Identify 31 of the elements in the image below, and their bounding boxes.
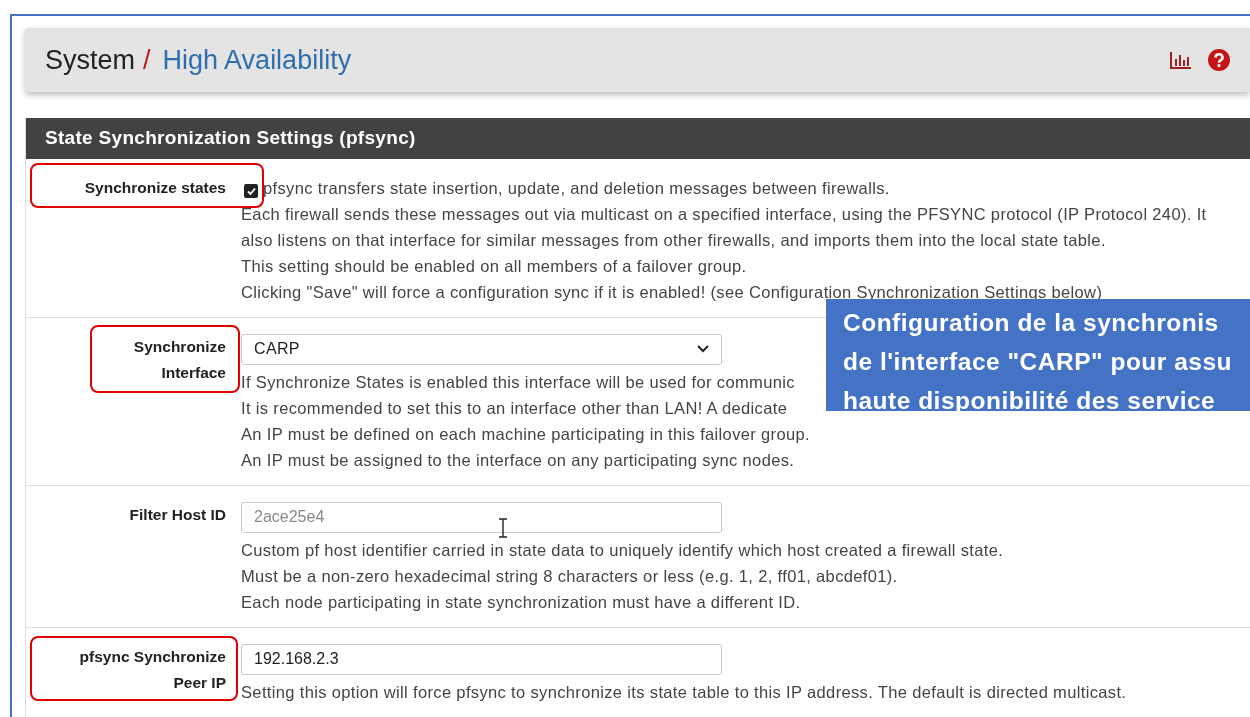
input-field[interactable]: 2ace25e4 [241,501,722,533]
help-text: Clicking "Save" will force a configuration sync if it is enabled! (see Configuration Synchronization Settings below) [241,281,1103,303]
callout-text: de l'interface "CARP" pour assu [843,347,1232,377]
section-header: State Synchronization Settings (pfsync) [26,118,1250,159]
callout-text: haute disponibilité des service [843,386,1216,416]
field-label: pfsync Synchronize Peer IP [78,646,226,693]
help-text: An IP must be assigned to the interface on any participating sync nodes. [241,449,795,471]
field-label: Filter Host ID [129,504,226,525]
caret-icon [697,345,709,353]
help-text: An IP must be defined on each machine participating in this failover group. [241,423,810,445]
page-title: High Availability [162,44,352,75]
help-text: This setting should be enabled on all members of a failover group. [241,255,747,277]
help-text: Setting this option will force pfsync to synchronize its state table to this IP address. The default is directed multicast. [241,681,1127,703]
breadcrumb-separator: / [143,44,151,75]
help-icon[interactable] [1208,49,1230,71]
bar-chart-icon[interactable] [1170,51,1192,69]
help-text: Custom pf host identifier carried in state data to uniquely identify which host created a firewall state. [241,539,1004,561]
text-cursor-icon [498,518,508,538]
breadcrumb-link[interactable]: System [45,44,136,75]
callout-text: Configuration de la synchronis [843,308,1219,338]
checkbox-label: pfsync transfers state insertion, update, and deletion messages between firewalls. [263,178,890,197]
help-text: If Synchronize States is enabled this interface will be used for communic [241,371,795,393]
dropdown[interactable]: CARP [241,333,722,365]
help-text: Each node participating in state synchronization must have a different ID. [241,591,801,613]
field-label: Synchronize states [84,177,226,198]
input-field[interactable]: 192.168.2.3 [241,643,722,675]
help-text: Each firewall sends these messages out via multicast on a specified interface, using the PFSYNC protocol (IP Protocol 240). It also listens on that interface for similar messages from other firewalls, and imports them into the local state table. [241,203,1208,251]
field-label: Synchronize Interface [132,336,226,383]
help-text: Must be a non-zero hexadecimal string 8 characters or less (e.g. 1, 2, ff01, abcdef01). [241,565,898,587]
checkbox[interactable] [244,184,258,198]
help-text: It is recommended to set this to an interface other than LAN! A dedicate [241,397,788,419]
